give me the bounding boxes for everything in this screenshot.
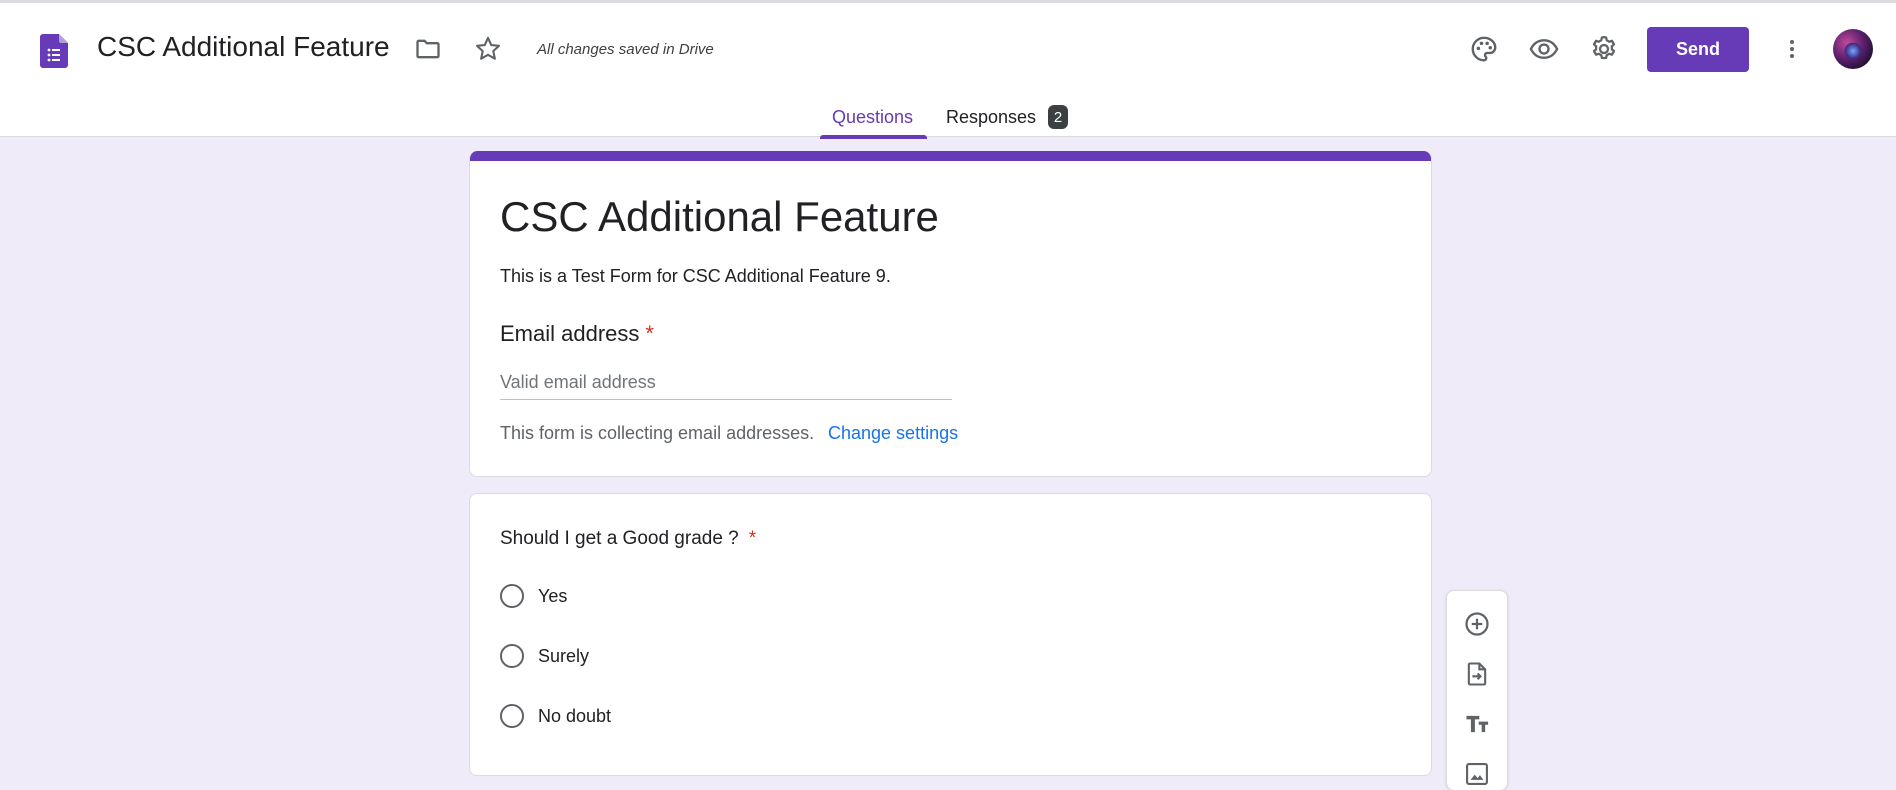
add-image-icon[interactable] — [1456, 753, 1498, 790]
radio-option-no-doubt[interactable]: No doubt — [500, 701, 611, 731]
tab-responses[interactable]: Responses — [946, 107, 1036, 128]
document-title[interactable]: CSC Additional Feature — [97, 31, 390, 63]
palette-icon[interactable] — [1462, 27, 1506, 71]
required-mark: * — [748, 528, 757, 549]
radio-option-yes[interactable]: Yes — [500, 581, 567, 611]
option-label: No doubt — [538, 705, 612, 726]
option-label: Surely — [538, 645, 590, 666]
gear-icon[interactable] — [1582, 27, 1626, 71]
forms-logo-icon[interactable] — [40, 34, 68, 68]
folder-icon[interactable] — [406, 27, 450, 71]
form-header-card[interactable]: CSC Additional Feature This is a Test Fo… — [469, 151, 1432, 477]
add-title-icon[interactable] — [1456, 703, 1498, 745]
more-vert-icon[interactable] — [1770, 27, 1814, 71]
question-card[interactable]: Should I get a Good grade ? * Yes Surely … — [469, 493, 1432, 776]
star-icon[interactable] — [466, 27, 510, 71]
option-label: Yes — [538, 585, 568, 606]
change-settings-link[interactable]: Change settings — [828, 423, 958, 444]
add-question-icon[interactable] — [1456, 603, 1498, 645]
email-field[interactable] — [500, 366, 952, 400]
required-mark: * — [645, 321, 654, 346]
radio-option-surely[interactable]: Surely — [500, 641, 589, 671]
save-status: All changes saved in Drive — [537, 41, 714, 58]
responses-count-badge: 2 — [1048, 105, 1068, 129]
send-button[interactable]: Send — [1647, 27, 1749, 72]
eye-preview-icon[interactable] — [1522, 27, 1566, 71]
top-bar: CSC Additional Feature All changes saved… — [0, 0, 1896, 139]
question-title-text: Should I get a Good grade ? — [500, 528, 739, 549]
email-label-text: Email address — [500, 321, 640, 346]
email-field-label: Email address * — [500, 321, 654, 347]
side-toolbar — [1446, 590, 1508, 790]
form-title[interactable]: CSC Additional Feature — [500, 193, 939, 241]
radio-button[interactable] — [500, 704, 524, 728]
avatar[interactable] — [1833, 29, 1873, 69]
active-tab-indicator — [820, 135, 927, 139]
question-title: Should I get a Good grade ? * — [500, 528, 756, 550]
header-accent-bar — [470, 151, 1431, 161]
tab-questions[interactable]: Questions — [832, 107, 913, 128]
import-questions-icon[interactable] — [1456, 653, 1498, 695]
collecting-emails-note: This form is collecting email addresses. — [500, 423, 815, 443]
form-description[interactable]: This is a Test Form for CSC Additional F… — [500, 266, 891, 287]
radio-button[interactable] — [500, 584, 524, 608]
radio-button[interactable] — [500, 644, 524, 668]
